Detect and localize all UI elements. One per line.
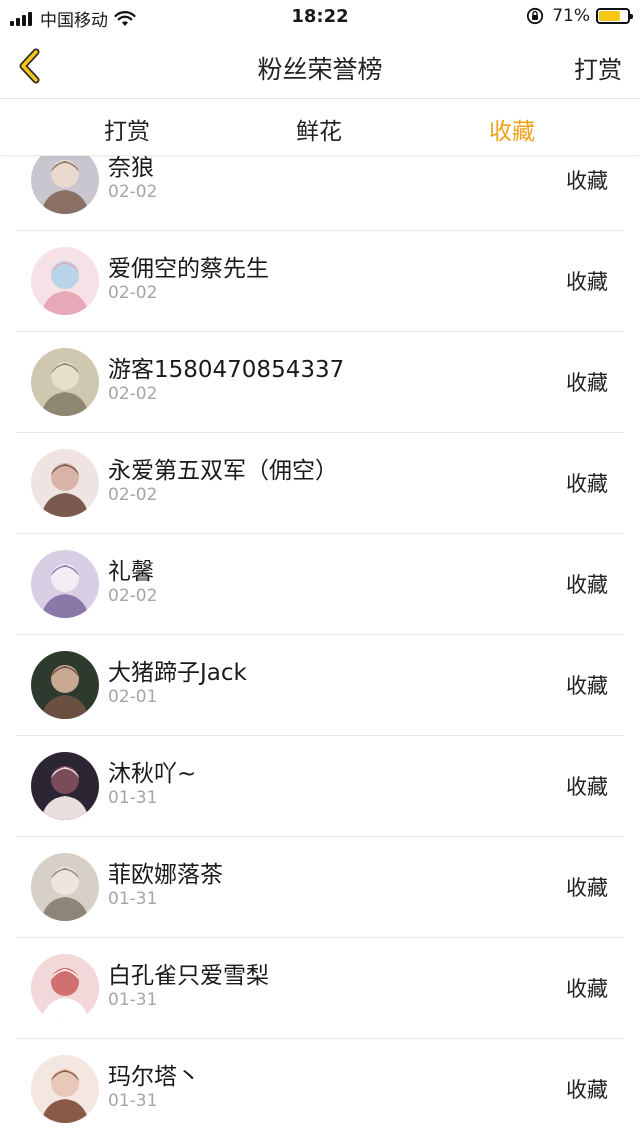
orientation-lock-icon [527,7,544,25]
list-item[interactable]: 爱佣空的蔡先生 02-02 收藏 [16,231,624,332]
avatar[interactable] [31,449,99,517]
tab-reward[interactable]: 打赏 [67,112,187,146]
action-label: 收藏 [566,674,608,698]
list-item[interactable]: 沐秋吖~ 01-31 收藏 [16,736,624,837]
avatar[interactable] [31,1055,99,1123]
item-date: 01-31 [108,889,158,909]
item-date: 01-31 [108,788,158,808]
avatar[interactable] [31,752,99,820]
user-name: 永爱第五双军（佣空） [108,458,338,484]
list-item[interactable]: 玛尔塔丶 01-31 收藏 [16,1039,624,1138]
avatar[interactable] [31,146,99,214]
action-label: 收藏 [566,472,608,496]
status-right: 71% [526,6,633,26]
action-label: 收藏 [566,270,608,294]
action-label: 收藏 [566,169,608,193]
user-name: 菲欧娜落茶 [108,862,223,888]
list-item[interactable]: 白孔雀只爱雪梨 01-31 收藏 [16,938,624,1039]
status-bar: 中国移动 18:22 71% [0,0,640,36]
nav-bar: 粉丝荣誉榜 打赏 [0,36,640,99]
avatar[interactable] [31,348,99,416]
page-title: 粉丝荣誉榜 [257,55,383,84]
item-date: 02-02 [108,586,158,606]
list-item[interactable]: 游客1580470854337 02-02 收藏 [16,332,624,433]
battery-percent: 71% [552,6,590,26]
item-date: 02-01 [108,687,158,707]
item-date: 02-02 [108,182,158,202]
avatar[interactable] [31,954,99,1022]
user-name: 玛尔塔丶 [108,1064,200,1090]
user-name: 爱佣空的蔡先生 [108,256,269,282]
user-name: 游客1580470854337 [108,357,345,383]
tab-favorites[interactable]: 收藏 [452,112,572,146]
list-item[interactable]: 大猪蹄子Jack 02-01 收藏 [16,635,624,736]
avatar[interactable] [31,550,99,618]
action-label: 收藏 [566,977,608,1001]
item-date: 02-02 [108,283,158,303]
item-date: 02-02 [108,485,158,505]
avatar[interactable] [31,651,99,719]
action-label: 收藏 [566,573,608,597]
list-item[interactable]: 礼馨 02-02 收藏 [16,534,624,635]
action-label: 收藏 [566,371,608,395]
list-item[interactable]: 菲欧娜落茶 01-31 收藏 [16,837,624,938]
tab-bar: 打赏 鲜花 收藏 [0,99,640,156]
avatar[interactable] [31,247,99,315]
item-date: 01-31 [108,990,158,1010]
list-item[interactable]: 永爱第五双军（佣空） 02-02 收藏 [16,433,624,534]
user-name: 白孔雀只爱雪梨 [108,963,269,989]
tab-flowers[interactable]: 鲜花 [259,112,379,146]
item-date: 02-02 [108,384,158,404]
avatar[interactable] [31,853,99,921]
reward-button[interactable]: 打赏 [574,50,622,85]
item-date: 01-31 [108,1091,158,1111]
battery-fill [599,11,621,21]
user-name: 礼馨 [108,559,154,585]
battery-icon [596,8,633,24]
action-label: 收藏 [566,1078,608,1102]
fan-list[interactable]: 奈狼 02-02 收藏 爱佣空的蔡先生 02-02 收藏 游客1580470854337 02… [0,130,640,1138]
action-label: 收藏 [566,876,608,900]
user-name: 大猪蹄子Jack [108,660,247,686]
action-label: 收藏 [566,775,608,799]
user-name: 沐秋吖~ [108,761,197,787]
